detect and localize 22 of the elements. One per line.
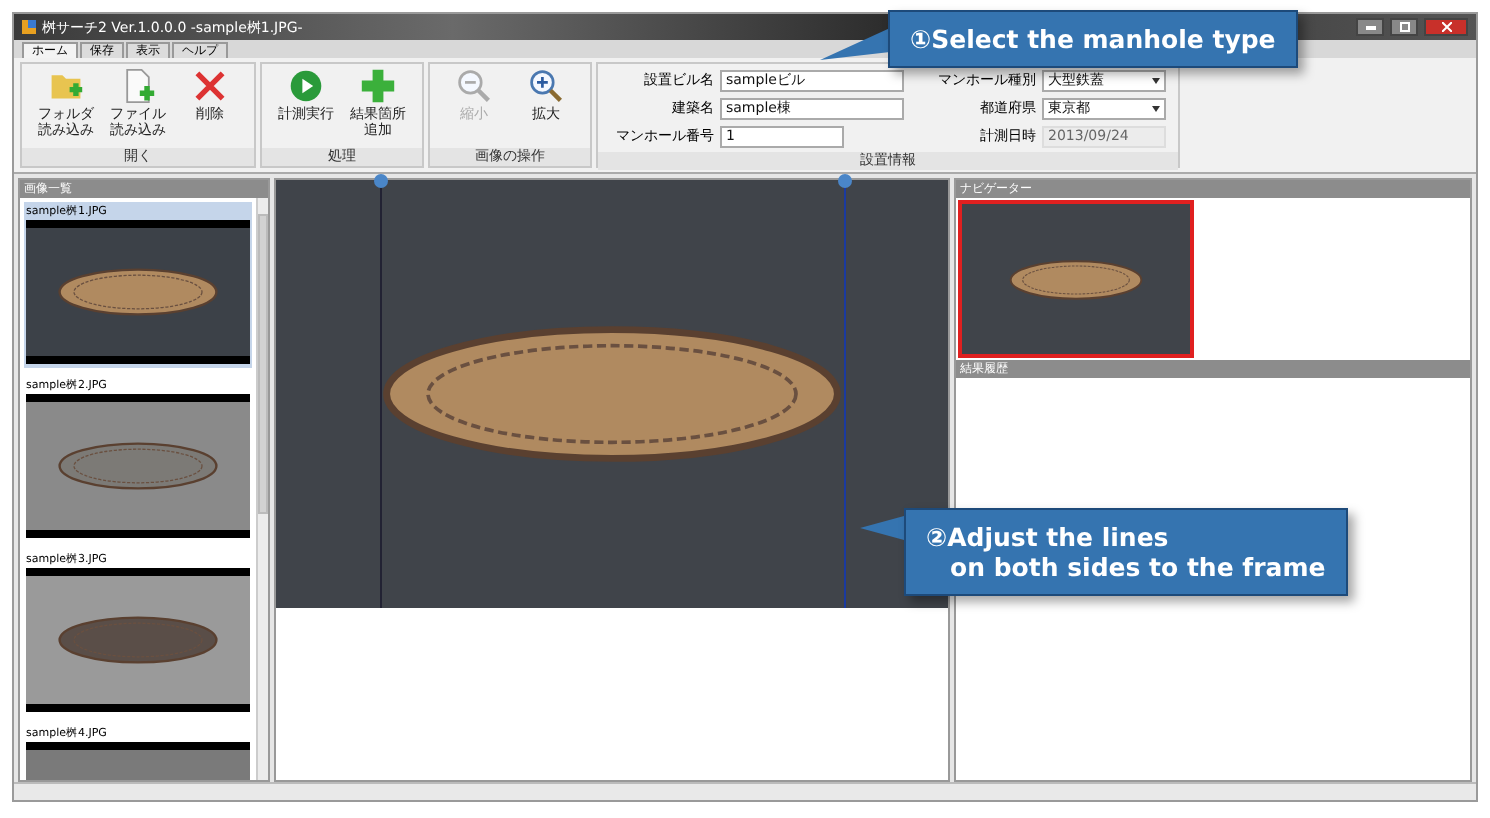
restore-icon xyxy=(1399,22,1409,32)
zoom-out-icon xyxy=(456,68,492,104)
plus-icon xyxy=(360,68,396,104)
scrollbar[interactable] xyxy=(256,198,268,780)
zoom-in-icon xyxy=(528,68,564,104)
callout-pointer xyxy=(820,28,890,60)
close-icon xyxy=(1441,22,1451,32)
line-handle[interactable] xyxy=(374,174,388,188)
play-icon xyxy=(288,68,324,104)
navigator-preview[interactable] xyxy=(958,200,1194,358)
file-plus-icon xyxy=(120,68,156,104)
app-icon xyxy=(22,20,36,34)
callout-note: ②Adjust the lines on both sides to the frame xyxy=(904,508,1348,596)
minimize-icon xyxy=(1365,25,1375,29)
minimize-button[interactable] xyxy=(1356,18,1384,36)
close-icon xyxy=(192,68,228,104)
line-handle[interactable] xyxy=(838,174,852,188)
restore-button[interactable] xyxy=(1390,18,1418,36)
callout-pointer xyxy=(860,516,904,540)
dropdown-arrow-icon xyxy=(1152,77,1160,83)
close-button[interactable] xyxy=(1424,18,1468,36)
dropdown-arrow-icon xyxy=(1152,105,1160,111)
